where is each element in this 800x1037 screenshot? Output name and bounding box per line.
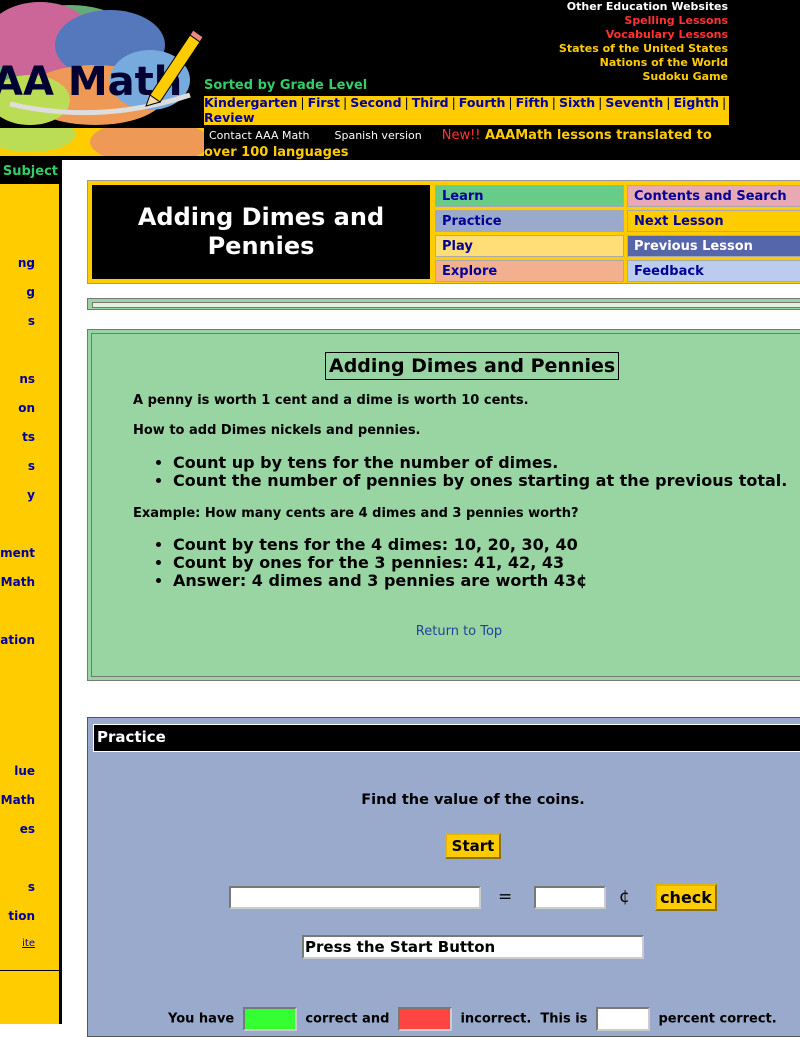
aaa-math-logo[interactable]: AA Math xyxy=(0,0,204,128)
sidebar-item[interactable]: ment xyxy=(0,546,35,560)
grade-link-fifth[interactable]: Fifth xyxy=(516,95,549,110)
learn-heading: Adding Dimes and Pennies xyxy=(325,352,620,380)
sidebar-item[interactable]: es xyxy=(20,822,35,836)
learn-example-list: Count by tens for the 4 dimes: 10, 20, 3… xyxy=(133,536,587,590)
status-message-field xyxy=(302,935,644,959)
lesson-title-table: Adding Dimes and Pennies Learn Practice … xyxy=(87,180,800,284)
return-to-top: Return to Top xyxy=(92,624,800,639)
grade-link-kindergarten[interactable]: Kindergarten xyxy=(204,95,297,110)
subject-sidebar: ng g s ns on ts s y ment Math ation lue … xyxy=(0,184,59,970)
sidebar-item[interactable]: lue xyxy=(14,764,35,778)
sidebar-item[interactable]: ns xyxy=(19,372,35,386)
correct-count-field xyxy=(242,1007,297,1031)
new-badge: New!! xyxy=(441,128,481,143)
start-button[interactable]: Start xyxy=(445,833,501,859)
spanish-version-link[interactable]: Spanish version xyxy=(335,129,422,142)
grade-link-first[interactable]: First xyxy=(308,95,340,110)
link-sudoku[interactable]: Sudoku Game xyxy=(559,70,728,84)
check-button[interactable]: check xyxy=(655,884,717,911)
link-states[interactable]: States of the United States xyxy=(559,42,728,56)
sidebar-footer xyxy=(0,970,59,1024)
logo-strip-art xyxy=(0,128,204,156)
sidebar-item[interactable]: s xyxy=(28,314,35,328)
learn-section: Adding Dimes and Pennies A penny is wort… xyxy=(87,329,800,681)
contact-link[interactable]: Contact AAA Math xyxy=(209,129,310,142)
nav-learn-link[interactable]: Learn xyxy=(435,185,624,207)
practice-prompt: Find the value of the coins. xyxy=(361,792,585,808)
sidebar-item[interactable]: ts xyxy=(22,430,35,444)
learn-steps-list: Count up by tens for the number of dimes… xyxy=(133,454,787,490)
equals-sign: = xyxy=(498,887,513,907)
sidebar-item[interactable]: tion xyxy=(8,909,35,923)
grade-link-seventh[interactable]: Seventh xyxy=(605,95,663,110)
grade-link-second[interactable]: Second xyxy=(350,95,401,110)
section-divider xyxy=(87,298,800,310)
score-correct-and: correct and xyxy=(305,1011,390,1027)
score-row: You have correct and incorrect. This is … xyxy=(168,1007,777,1032)
practice-header: Practice xyxy=(93,724,800,752)
logo-strip xyxy=(0,128,204,156)
score-incorrect: incorrect. xyxy=(460,1011,532,1027)
title-box: Adding Dimes and Pennies xyxy=(91,184,431,280)
score-you-have: You have xyxy=(168,1011,235,1027)
coin-expression-field[interactable] xyxy=(229,886,481,909)
grade-link-sixth[interactable]: Sixth xyxy=(559,95,595,110)
practice-section: Practice Find the value of the coins. St… xyxy=(87,717,800,1037)
sidebar-item[interactable]: s xyxy=(28,459,35,473)
sidebar-item[interactable]: s xyxy=(28,880,35,894)
link-spelling-lessons[interactable]: Spelling Lessons xyxy=(559,14,728,28)
nav-practice-link[interactable]: Practice xyxy=(435,210,624,232)
sidebar-item[interactable]: ng xyxy=(18,256,35,270)
link-vocabulary-lessons[interactable]: Vocabulary Lessons xyxy=(559,28,728,42)
grade-level-nav: Kindergarten | First | Second | Third | Fourth | F… xyxy=(204,95,729,125)
sidebar-item[interactable]: Math xyxy=(1,575,35,589)
grade-link-eighth[interactable]: Eighth xyxy=(674,95,720,110)
list-item: Count by ones for the 3 pennies: 41, 42,… xyxy=(173,554,587,572)
practice-heading: Practice xyxy=(97,728,166,746)
nav-next-lesson-link[interactable]: Next Lesson xyxy=(627,210,800,232)
sidebar-item[interactable]: on xyxy=(18,401,35,415)
grade-link-third[interactable]: Third xyxy=(412,95,449,110)
cent-sign: ¢ xyxy=(619,887,630,907)
learn-example: Example: How many cents are 4 dimes and … xyxy=(133,506,579,521)
grade-link-review[interactable]: Review xyxy=(204,110,255,125)
sidebar-item[interactable]: ation xyxy=(0,633,35,647)
percent-correct-field xyxy=(595,1007,650,1031)
list-item: Answer: 4 dimes and 3 pennies are worth … xyxy=(173,572,587,590)
sidebar-item[interactable]: g xyxy=(26,285,35,299)
answer-input[interactable] xyxy=(534,886,606,909)
nav-play-link[interactable]: Play xyxy=(435,235,624,257)
grade-level-title: Sorted by Grade Level xyxy=(204,78,368,93)
score-percent-correct: percent correct. xyxy=(658,1011,777,1027)
nav-feedback-link[interactable]: Feedback xyxy=(627,260,800,282)
sidebar-item[interactable]: l Math xyxy=(0,793,35,807)
other-websites-title: Other Education Websites xyxy=(566,0,728,13)
other-websites: Other Education Websites Spelling Lesson… xyxy=(559,0,728,84)
list-item: Count up by tens for the number of dimes… xyxy=(173,454,787,472)
site-header: AA Math Other Education Websites Spellin… xyxy=(0,0,800,160)
learn-intro: A penny is worth 1 cent and a dime is wo… xyxy=(133,393,529,408)
list-item: Count the number of pennies by ones star… xyxy=(173,472,787,490)
link-nations[interactable]: Nations of the World xyxy=(559,56,728,70)
nav-contents-search-link[interactable]: Contents and Search xyxy=(627,185,800,207)
incorrect-count-field xyxy=(397,1007,452,1031)
list-item: Count by tens for the 4 dimes: 10, 20, 3… xyxy=(173,536,587,554)
sidebar-title: Subject xyxy=(2,164,58,179)
nav-previous-lesson-link[interactable]: Previous Lesson xyxy=(627,235,800,257)
nav-explore-link[interactable]: Explore xyxy=(435,260,624,282)
page-title: Adding Dimes and Pennies xyxy=(137,203,385,260)
sidebar-item[interactable]: y xyxy=(27,488,35,502)
return-to-top-link[interactable]: Return to Top xyxy=(416,624,502,639)
sidebar-item[interactable]: ite xyxy=(22,938,35,949)
learn-panel: Adding Dimes and Pennies A penny is wort… xyxy=(91,333,800,677)
header-links-row: Contact AAA Math Spanish version New!! AAA… xyxy=(204,127,729,161)
grade-link-fourth[interactable]: Fourth xyxy=(459,95,506,110)
score-this-is: This is xyxy=(540,1011,588,1027)
learn-how-to: How to add Dimes nickels and pennies. xyxy=(133,423,421,438)
